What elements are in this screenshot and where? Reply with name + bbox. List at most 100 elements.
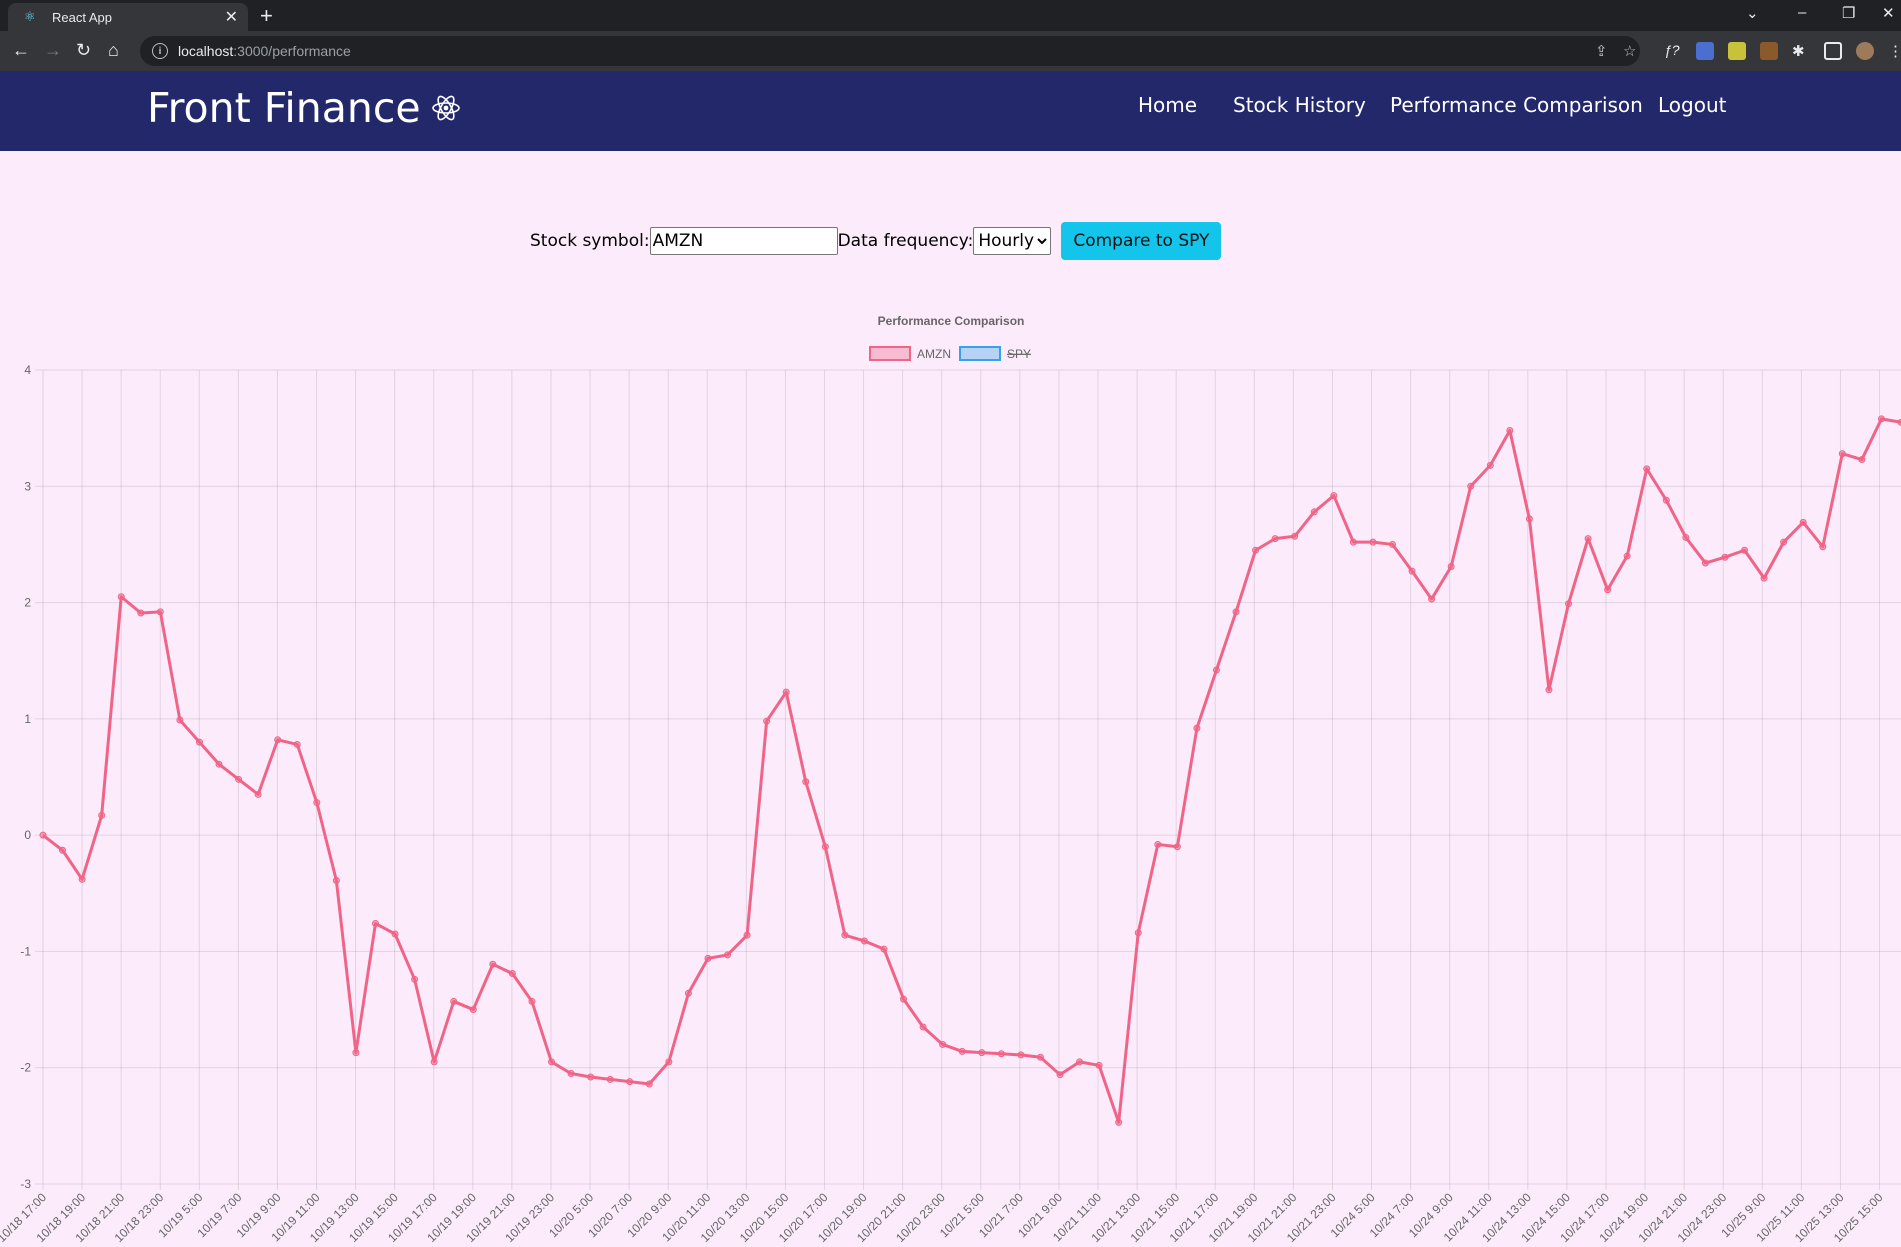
data-point[interactable] bbox=[919, 1023, 927, 1031]
data-point[interactable] bbox=[371, 920, 379, 928]
data-point[interactable] bbox=[684, 989, 692, 997]
data-point[interactable] bbox=[489, 960, 497, 968]
data-point[interactable] bbox=[1662, 496, 1670, 504]
data-point[interactable] bbox=[997, 1050, 1005, 1058]
data-point[interactable] bbox=[606, 1075, 614, 1083]
data-point[interactable] bbox=[1682, 533, 1690, 541]
legend-swatch-spy[interactable] bbox=[959, 346, 1001, 361]
data-point[interactable] bbox=[1643, 465, 1651, 473]
data-point[interactable] bbox=[1760, 574, 1768, 582]
data-point[interactable] bbox=[1741, 546, 1749, 554]
data-point[interactable] bbox=[195, 738, 203, 746]
data-point[interactable] bbox=[1565, 600, 1573, 608]
data-point[interactable] bbox=[1095, 1061, 1103, 1069]
legend-label-spy[interactable]: SPY bbox=[1007, 347, 1031, 361]
browser-tab[interactable]: ⚛ React App ✕ bbox=[8, 3, 248, 31]
bookmark-star-icon[interactable]: ☆ bbox=[1623, 42, 1636, 60]
data-point[interactable] bbox=[1173, 843, 1181, 851]
nav-home[interactable]: Home bbox=[1138, 93, 1197, 117]
data-point[interactable] bbox=[1799, 518, 1807, 526]
nav-performance-comparison[interactable]: Performance Comparison bbox=[1390, 93, 1643, 117]
new-tab-icon[interactable]: + bbox=[260, 3, 273, 29]
data-point[interactable] bbox=[1271, 535, 1279, 543]
data-point[interactable] bbox=[1584, 535, 1592, 543]
data-point[interactable] bbox=[274, 736, 282, 744]
data-point[interactable] bbox=[313, 799, 321, 807]
extensions-puzzle-icon[interactable]: ✱ bbox=[1792, 42, 1810, 60]
symbol-input[interactable] bbox=[649, 227, 838, 255]
legend-swatch-amzn[interactable] bbox=[869, 346, 911, 361]
data-point[interactable] bbox=[1877, 415, 1885, 423]
extension-brown-icon[interactable] bbox=[1760, 42, 1778, 60]
data-point[interactable] bbox=[1467, 482, 1475, 490]
frequency-select[interactable]: Hourly bbox=[973, 227, 1052, 255]
nav-logout[interactable]: Logout bbox=[1658, 93, 1726, 117]
data-point[interactable] bbox=[176, 716, 184, 724]
data-point[interactable] bbox=[1838, 450, 1846, 458]
data-point[interactable] bbox=[1115, 1118, 1123, 1126]
data-point[interactable] bbox=[1252, 546, 1260, 554]
data-point[interactable] bbox=[1447, 563, 1455, 571]
data-point[interactable] bbox=[939, 1040, 947, 1048]
legend-label-amzn[interactable]: AMZN bbox=[917, 347, 951, 361]
data-point[interactable] bbox=[430, 1058, 438, 1066]
data-point[interactable] bbox=[528, 997, 536, 1005]
extension-fx-icon[interactable]: ƒ? bbox=[1664, 42, 1682, 60]
site-info-icon[interactable]: i bbox=[152, 43, 168, 59]
data-point[interactable] bbox=[1428, 595, 1436, 603]
data-point[interactable] bbox=[508, 970, 516, 978]
data-point[interactable] bbox=[1701, 559, 1709, 567]
data-point[interactable] bbox=[1388, 540, 1396, 548]
data-point[interactable] bbox=[626, 1078, 634, 1086]
data-point[interactable] bbox=[821, 843, 829, 851]
chart-legend[interactable]: AMZN SPY bbox=[869, 346, 1031, 361]
data-point[interactable] bbox=[391, 930, 399, 938]
data-point[interactable] bbox=[1056, 1071, 1064, 1079]
share-icon[interactable]: ⇪ bbox=[1595, 42, 1608, 60]
data-point[interactable] bbox=[117, 593, 125, 601]
data-point[interactable] bbox=[1486, 461, 1494, 469]
data-point[interactable] bbox=[1506, 426, 1514, 434]
data-point[interactable] bbox=[1017, 1051, 1025, 1059]
data-point[interactable] bbox=[1623, 552, 1631, 560]
data-point[interactable] bbox=[59, 846, 67, 854]
data-point[interactable] bbox=[548, 1058, 556, 1066]
data-point[interactable] bbox=[215, 760, 223, 768]
brand[interactable]: Front Finance bbox=[147, 84, 461, 132]
data-point[interactable] bbox=[782, 688, 790, 696]
data-point[interactable] bbox=[235, 775, 243, 783]
data-point[interactable] bbox=[137, 609, 145, 617]
data-point[interactable] bbox=[978, 1049, 986, 1057]
data-point[interactable] bbox=[39, 831, 47, 839]
data-point[interactable] bbox=[1076, 1058, 1084, 1066]
extension-yellow-icon[interactable] bbox=[1728, 42, 1746, 60]
minimize-icon[interactable]: – bbox=[1798, 4, 1806, 21]
reload-icon[interactable]: ↻ bbox=[76, 40, 91, 60]
data-point[interactable] bbox=[1525, 515, 1533, 523]
data-point[interactable] bbox=[587, 1073, 595, 1081]
data-point[interactable] bbox=[1291, 532, 1299, 540]
data-point[interactable] bbox=[743, 931, 751, 939]
forward-icon[interactable]: → bbox=[44, 40, 62, 60]
data-point[interactable] bbox=[450, 997, 458, 1005]
data-point[interactable] bbox=[1310, 508, 1318, 516]
data-point[interactable] bbox=[724, 951, 732, 959]
data-point[interactable] bbox=[1721, 553, 1729, 561]
compare-button[interactable]: Compare to SPY bbox=[1061, 222, 1222, 260]
data-point[interactable] bbox=[645, 1080, 653, 1088]
extension-blue-icon[interactable] bbox=[1696, 42, 1714, 60]
data-point[interactable] bbox=[1232, 608, 1240, 616]
data-point[interactable] bbox=[254, 790, 262, 798]
data-point[interactable] bbox=[1819, 543, 1827, 551]
data-point[interactable] bbox=[958, 1047, 966, 1055]
data-point[interactable] bbox=[1858, 456, 1866, 464]
data-point[interactable] bbox=[1545, 686, 1553, 694]
address-bar[interactable]: i localhost:3000/performance ⇪ ☆ bbox=[140, 36, 1640, 66]
data-point[interactable] bbox=[469, 1006, 477, 1014]
data-point[interactable] bbox=[156, 608, 164, 616]
data-point[interactable] bbox=[78, 875, 86, 883]
data-point[interactable] bbox=[1193, 724, 1201, 732]
data-point[interactable] bbox=[1330, 492, 1338, 500]
data-point[interactable] bbox=[841, 931, 849, 939]
data-point[interactable] bbox=[900, 995, 908, 1003]
